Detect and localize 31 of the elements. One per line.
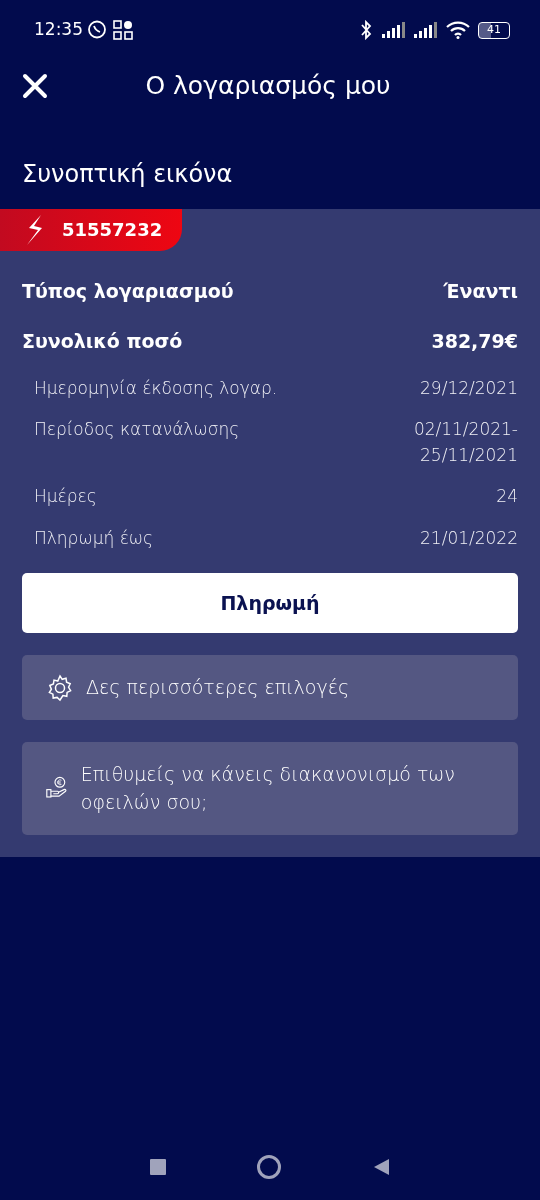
row-value: 382,79€ [431, 329, 518, 355]
row-value: 02/11/2021- 25/11/2021 [413, 418, 518, 467]
close-button[interactable] [22, 73, 48, 99]
row-label: Τύπος λογαριασμού [22, 278, 234, 304]
row-value: 21/01/2022 [420, 526, 518, 550]
back-button[interactable] [372, 1158, 390, 1176]
page-title: Ο λογαριασμός μου [144, 70, 392, 103]
row-label: Συνολικό ποσό [22, 329, 183, 355]
bluetooth-icon [358, 20, 374, 40]
option-button[interactable]: Επιθυμείς να κάνεις διακανονισμό των οφειλών σου; [22, 741, 518, 835]
section-title: Συνοπτική εικόνα [21, 159, 234, 190]
row-label: Πληρωμή έως [34, 526, 154, 550]
row-label: Ημερομηνία έκδοσης λογαρ. [34, 376, 278, 400]
row-label: Ημέρες [34, 485, 97, 509]
row-value: 29/12/2021 [420, 376, 518, 400]
pay-button[interactable]: Πληρωμή [22, 573, 518, 634]
battery-icon: 41 [478, 21, 510, 39]
option-button[interactable]: Δες περισσότερες επιλογές [22, 655, 518, 720]
option-label: Δες περισσότερες επιλογές [86, 675, 350, 701]
row-label: Περίοδος κατανάλωσης [34, 418, 240, 442]
home-button[interactable] [256, 1154, 282, 1180]
apps-icon [113, 20, 133, 40]
account-number: 51557232 [62, 218, 163, 243]
clock-time: 12:35 [34, 18, 83, 42]
row-value: 24 [496, 485, 518, 509]
signal-icon [382, 22, 406, 38]
row-value: Έναντι [443, 278, 518, 304]
signal-icon [414, 22, 438, 38]
wifi-icon [446, 21, 470, 39]
option-label: Επιθυμείς να κάνεις διακανονισμό των οφειλών σου; [80, 761, 456, 816]
gear-icon [46, 673, 74, 702]
